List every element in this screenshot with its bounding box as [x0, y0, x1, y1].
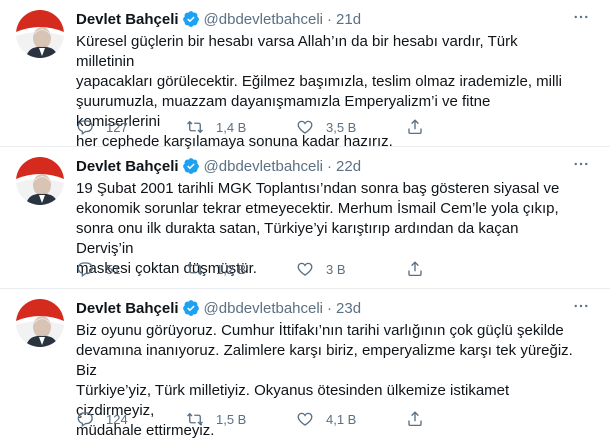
tweet-feed: Devlet Bahçeli @dbdevletbahceli · 21d Kü… [0, 0, 610, 438]
tweet-actions: 51 1,2 B 3 B [76, 260, 516, 278]
retweet-arrows-icon [187, 412, 203, 426]
retweet-button[interactable]: 1,5 B [186, 410, 296, 428]
separator-dot: · [327, 10, 333, 28]
share-upload-icon [408, 261, 422, 277]
tweet-actions: 127 1,4 B 3,5 B [76, 118, 516, 136]
tweet[interactable]: Devlet Bahçeli @dbdevletbahceli · 23d Bi… [0, 289, 610, 438]
reply-count: 51 [106, 261, 121, 277]
retweet-count: 1,4 B [216, 119, 247, 135]
tweet-actions: 124 1,5 B 4,1 B [76, 410, 516, 428]
more-dots-icon[interactable] [568, 295, 594, 317]
author-name[interactable]: Devlet Bahçeli [76, 158, 179, 175]
reply-bubble-icon [77, 412, 93, 428]
reply-count: 127 [106, 119, 128, 135]
share-button[interactable] [406, 260, 516, 278]
avatar-image [16, 10, 64, 58]
reply-button[interactable]: 51 [76, 260, 186, 278]
tweet[interactable]: Devlet Bahçeli @dbdevletbahceli · 22d 19… [0, 147, 610, 289]
tweet-timestamp[interactable]: 23d [336, 300, 361, 317]
retweet-button[interactable]: 1,4 B [186, 118, 296, 136]
like-button[interactable]: 4,1 B [296, 410, 406, 428]
like-count: 4,1 B [326, 411, 357, 427]
tweet[interactable]: Devlet Bahçeli @dbdevletbahceli · 21d Kü… [0, 0, 610, 150]
separator-dot: · [327, 157, 333, 175]
more-dots-icon[interactable] [568, 6, 594, 28]
author-handle[interactable]: @dbdevletbahceli [204, 158, 323, 175]
share-button[interactable] [406, 118, 516, 136]
avatar-image [16, 299, 64, 347]
retweet-count: 1,2 B [216, 261, 247, 277]
like-button[interactable]: 3 B [296, 260, 406, 278]
heart-icon [297, 120, 313, 134]
reply-button[interactable]: 124 [76, 410, 186, 428]
retweet-count: 1,5 B [216, 411, 247, 427]
verified-badge-icon [182, 10, 200, 28]
avatar-image [16, 157, 64, 205]
avatar[interactable] [16, 299, 64, 347]
reply-button[interactable]: 127 [76, 118, 186, 136]
reply-bubble-icon [77, 120, 93, 136]
heart-icon [297, 412, 313, 426]
like-button[interactable]: 3,5 B [296, 118, 406, 136]
author-handle[interactable]: @dbdevletbahceli [204, 11, 323, 28]
reply-count: 124 [106, 411, 128, 427]
verified-badge-icon [182, 299, 200, 317]
share-upload-icon [408, 119, 422, 135]
avatar[interactable] [16, 157, 64, 205]
share-upload-icon [408, 411, 422, 427]
author-name[interactable]: Devlet Bahçeli [76, 11, 179, 28]
retweet-button[interactable]: 1,2 B [186, 260, 296, 278]
retweet-arrows-icon [187, 262, 203, 276]
like-count: 3 B [326, 261, 346, 277]
retweet-arrows-icon [187, 120, 203, 134]
author-name[interactable]: Devlet Bahçeli [76, 300, 179, 317]
avatar[interactable] [16, 10, 64, 58]
more-dots-icon[interactable] [568, 153, 594, 175]
like-count: 3,5 B [326, 119, 357, 135]
tweet-timestamp[interactable]: 21d [336, 11, 361, 28]
tweet-timestamp[interactable]: 22d [336, 158, 361, 175]
reply-bubble-icon [77, 262, 93, 278]
heart-icon [297, 262, 313, 276]
share-button[interactable] [406, 410, 516, 428]
separator-dot: · [327, 299, 333, 317]
author-handle[interactable]: @dbdevletbahceli [204, 300, 323, 317]
verified-badge-icon [182, 157, 200, 175]
